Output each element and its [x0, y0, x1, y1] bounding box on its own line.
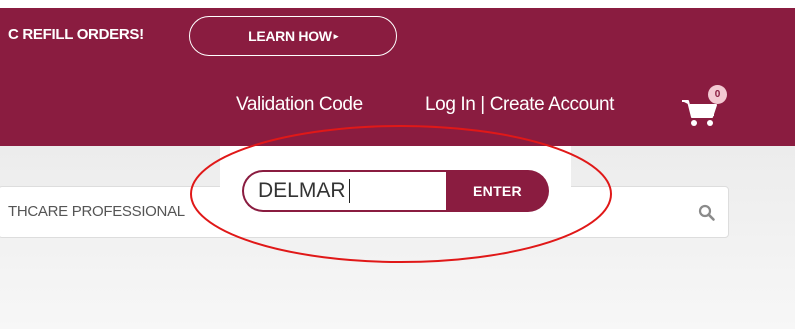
text-cursor: [349, 179, 350, 203]
validation-code-link[interactable]: Validation Code: [236, 94, 363, 116]
learn-how-button[interactable]: LEARN HOW ▸: [189, 16, 397, 56]
cart-count-badge: 0: [708, 85, 727, 104]
play-arrow-icon: ▸: [333, 31, 339, 41]
validation-code-input[interactable]: [242, 170, 448, 212]
top-strip: [0, 0, 795, 8]
search-icon[interactable]: [698, 204, 716, 222]
enter-button[interactable]: ENTER: [446, 170, 549, 212]
learn-how-label: LEARN HOW: [248, 28, 332, 44]
login-create-account-link[interactable]: Log In | Create Account: [425, 94, 614, 116]
promo-text: C REFILL ORDERS!: [8, 26, 144, 43]
search-placeholder-text: THCARE PROFESSIONAL: [8, 203, 185, 220]
